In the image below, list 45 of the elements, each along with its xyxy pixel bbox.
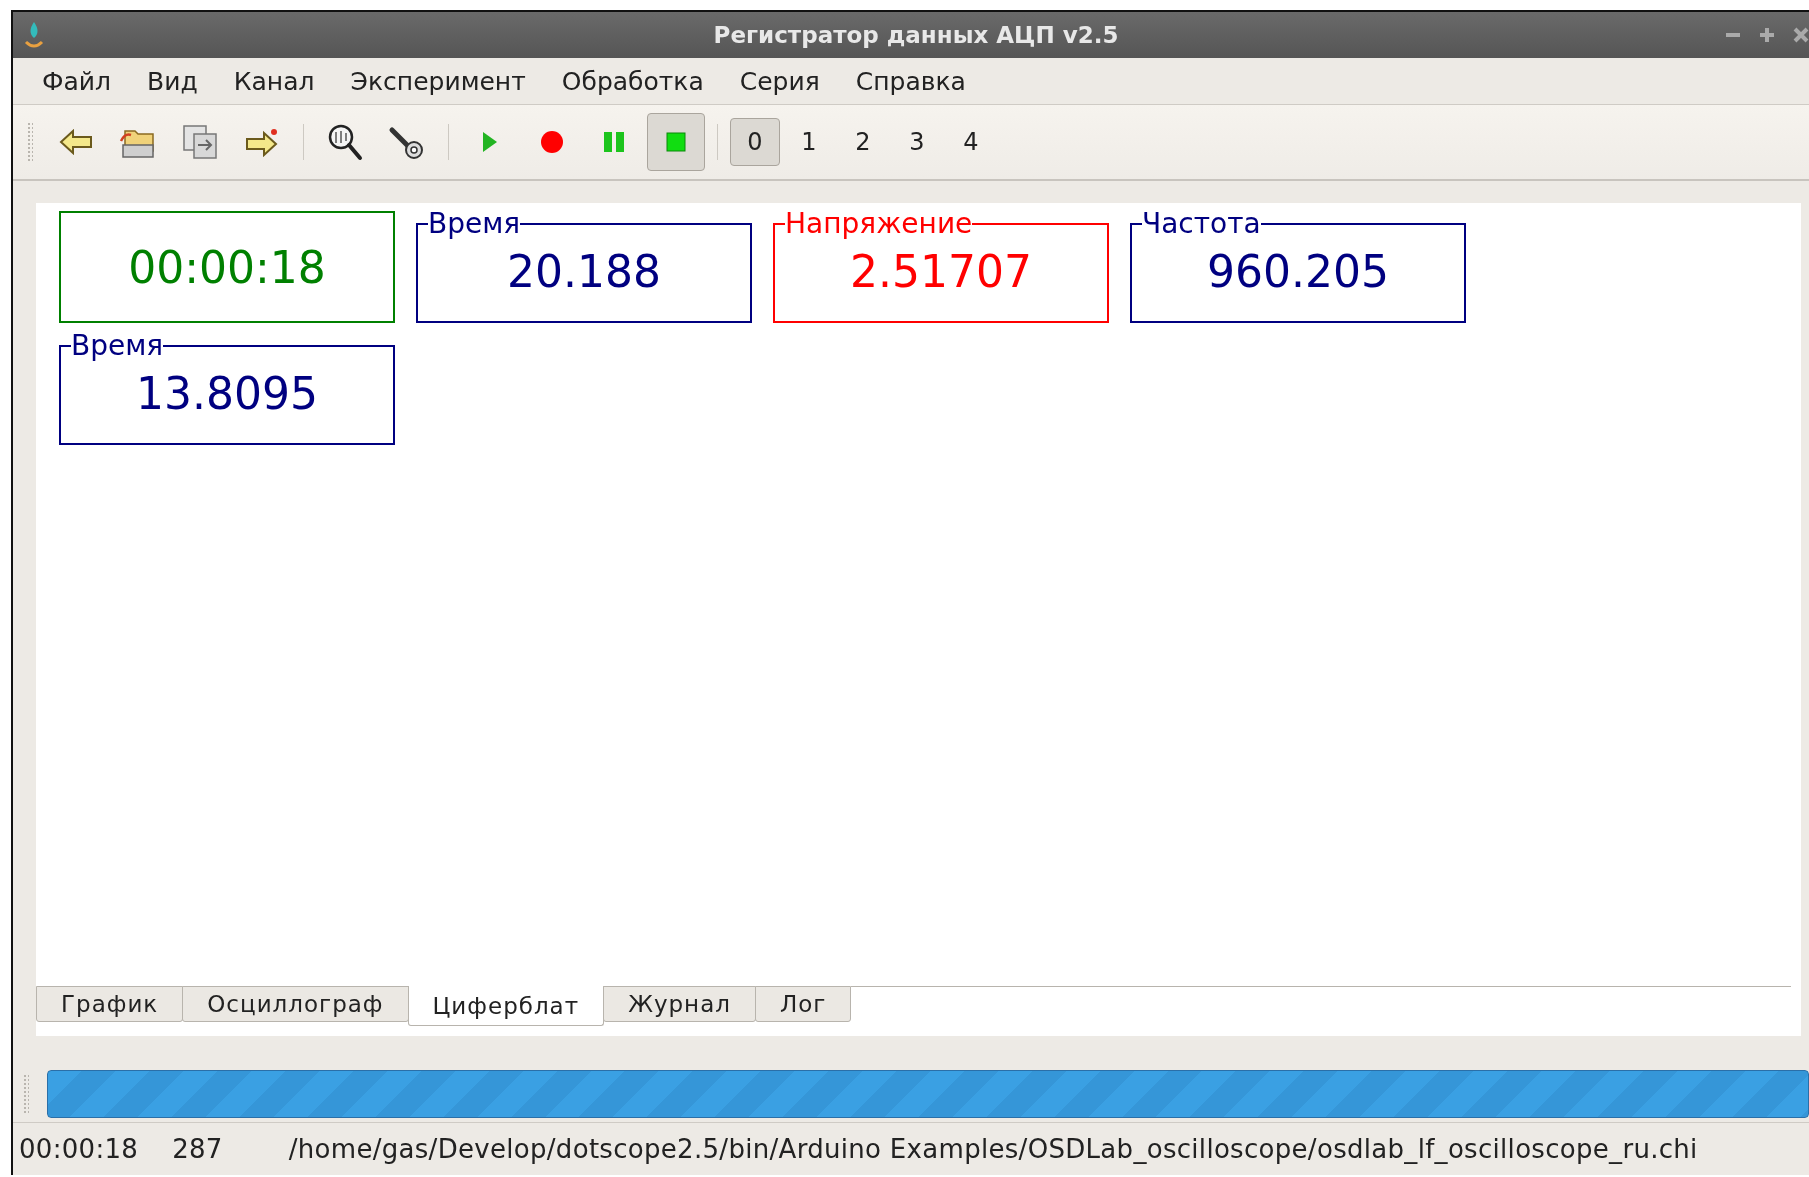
gauge-label: Частота bbox=[1142, 211, 1261, 237]
menu-item[interactable]: Файл bbox=[27, 62, 127, 100]
stop-button[interactable] bbox=[647, 113, 705, 171]
gauge-value: 960.205 bbox=[1207, 246, 1389, 298]
channel-button[interactable]: 1 bbox=[784, 118, 834, 166]
arrow-left-icon bbox=[59, 129, 93, 155]
wrench-icon bbox=[388, 124, 426, 160]
tab[interactable]: Журнал bbox=[603, 986, 756, 1022]
play-icon bbox=[481, 130, 499, 154]
channel-button[interactable]: 0 bbox=[730, 118, 780, 166]
menu-item[interactable]: Канал bbox=[218, 62, 330, 100]
tab[interactable]: Циферблат bbox=[407, 986, 605, 1026]
tab[interactable]: Осциллограф bbox=[182, 986, 409, 1022]
tab[interactable]: График bbox=[36, 986, 184, 1022]
channel-button[interactable]: 3 bbox=[892, 118, 942, 166]
arrow-right-icon bbox=[244, 127, 280, 157]
record-icon bbox=[540, 130, 564, 154]
gauge-label: Время bbox=[428, 211, 521, 237]
channel-button[interactable]: 4 bbox=[946, 118, 996, 166]
menu-item[interactable]: Серия bbox=[724, 62, 835, 100]
maximize-icon bbox=[1759, 27, 1775, 43]
app-drop-icon bbox=[23, 20, 45, 50]
documents-icon bbox=[181, 123, 219, 161]
window-title: Регистратор данных АЦП v2.5 bbox=[713, 22, 1119, 48]
stop-icon bbox=[666, 132, 686, 152]
menu-item[interactable]: Эксперимент bbox=[335, 62, 541, 100]
gauge-label: Напряжение bbox=[785, 211, 973, 237]
menu-item[interactable]: Вид bbox=[132, 62, 213, 100]
search-icon bbox=[327, 123, 363, 161]
gauge-label: Время bbox=[71, 333, 164, 359]
gauge-value: 20.188 bbox=[507, 246, 661, 298]
pause-icon bbox=[603, 131, 625, 153]
status-time: 00:00:18 bbox=[19, 1134, 139, 1164]
status-count: 287 bbox=[172, 1134, 223, 1164]
toolbar-grip[interactable] bbox=[23, 1074, 29, 1114]
menu-item[interactable]: Обработка bbox=[546, 62, 719, 100]
tab[interactable]: Лог bbox=[754, 986, 852, 1022]
menu-item[interactable]: Справка bbox=[840, 62, 981, 100]
close-icon bbox=[1793, 27, 1809, 43]
status-file-path: /home/gas/Develop/dotscope2.5/bin/Arduino Examples/OSDLab_oscilloscope/osdlab_lf_oscilloscope_ru.chi bbox=[288, 1134, 1698, 1164]
gauge-value: 13.8095 bbox=[136, 368, 318, 420]
gauge-value: 2.51707 bbox=[850, 246, 1032, 298]
gauge-value: 00:00:18 bbox=[128, 241, 326, 293]
toolbar-grip[interactable] bbox=[27, 122, 33, 162]
channel-button[interactable]: 2 bbox=[838, 118, 888, 166]
